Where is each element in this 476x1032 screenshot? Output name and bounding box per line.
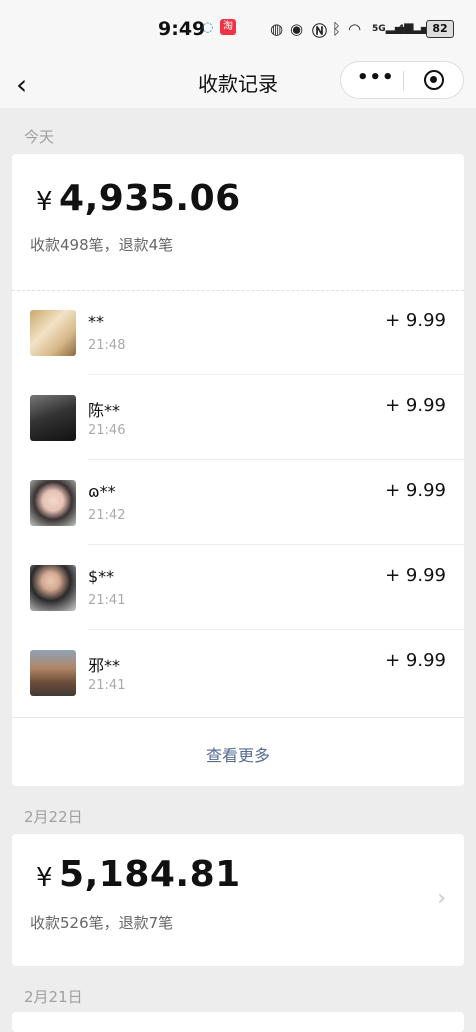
wifi-icon: ◠: [348, 20, 362, 38]
amount-value: 5,184.81: [59, 854, 241, 895]
payment-time: 21:48: [88, 338, 126, 353]
4g-label: 4G: [398, 24, 412, 34]
bluetooth-icon: ᛒ: [332, 20, 342, 38]
section-date-today: 今天: [24, 128, 55, 146]
status-bar: 9:49 ◌ 淘 ◍ ◉ Ⓝ ᛒ ◠ 5G▂▄▆ 4G▂▄▆ 82: [0, 0, 476, 58]
payment-amount: + 9.99: [385, 480, 446, 501]
payer-name: **: [88, 312, 104, 331]
5g-label: 5G: [372, 24, 386, 34]
total-amount: ¥4,935.06: [36, 178, 241, 219]
payment-amount: + 9.99: [385, 650, 446, 671]
section-date: 2月21日: [24, 988, 83, 1006]
payment-time: 21:41: [88, 678, 126, 693]
payment-time: 21:41: [88, 593, 126, 608]
payment-amount: + 9.99: [385, 565, 446, 586]
taobao-icon: 淘: [220, 19, 236, 35]
nav-bar: ‹ 收款记录 •••: [0, 58, 476, 108]
avatar: [30, 480, 76, 526]
summary-text: 收款498笔，退款4笔: [30, 236, 174, 254]
avatar: [30, 565, 76, 611]
view-more-link[interactable]: 查看更多: [12, 742, 464, 766]
avatar: [30, 310, 76, 356]
payer-name: 陈**: [88, 401, 121, 420]
avatar: [30, 395, 76, 441]
battery-icon: 82: [426, 20, 454, 38]
more-options-icon[interactable]: •••: [357, 67, 395, 88]
eye-icon: ◉: [290, 20, 304, 38]
payer-name: $**: [88, 567, 115, 586]
total-amount: ¥5,184.81: [36, 854, 241, 895]
payment-row[interactable]: 陈** 21:46 + 9.99: [12, 375, 464, 460]
day-summary-card[interactable]: ¥5,184.81 收款526笔，退款7笔 ›: [12, 834, 464, 966]
avatar: [30, 650, 76, 696]
currency-symbol: ¥: [36, 863, 54, 893]
payment-time: 21:46: [88, 423, 126, 438]
day-summary-card[interactable]: [12, 1012, 464, 1032]
close-mini-program-icon[interactable]: [424, 70, 444, 90]
mini-program-capsule: •••: [340, 61, 464, 99]
payment-time: 21:42: [88, 508, 126, 523]
currency-symbol: ¥: [36, 187, 54, 217]
payer-name: 邪**: [88, 656, 121, 675]
today-card: ¥4,935.06 收款498笔，退款4笔 ** 21:48 + 9.99 陈*…: [12, 154, 464, 786]
section-date: 2月22日: [24, 808, 83, 826]
payment-row[interactable]: ɷ** 21:42 + 9.99: [12, 460, 464, 545]
summary-text: 收款526笔，退款7笔: [30, 914, 174, 932]
payment-row[interactable]: $** 21:41 + 9.99: [12, 545, 464, 630]
clock: 9:49: [158, 18, 206, 40]
n-icon: Ⓝ: [312, 22, 328, 40]
chevron-right-icon: ›: [437, 886, 446, 911]
payment-amount: + 9.99: [385, 310, 446, 331]
payment-amount: + 9.99: [385, 395, 446, 416]
message-icon: ◌: [202, 20, 214, 35]
divider: [12, 717, 464, 718]
amount-value: 4,935.06: [59, 178, 241, 219]
nfc-icon: ◍: [270, 20, 284, 38]
payment-row[interactable]: 邪** 21:41 + 9.99: [12, 630, 464, 715]
capsule-divider: [403, 71, 404, 91]
payment-row[interactable]: ** 21:48 + 9.99: [12, 290, 464, 375]
payer-name: ɷ**: [88, 482, 116, 501]
